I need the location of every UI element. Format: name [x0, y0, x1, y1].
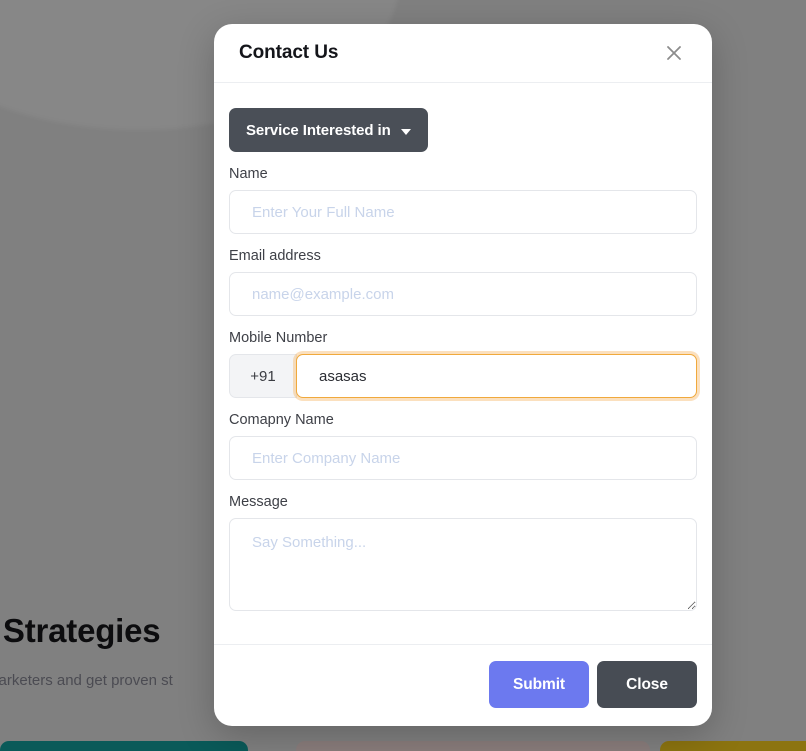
page-backdrop: ng Strategies ther marketers and get pro…	[0, 0, 806, 751]
background-card-mauve	[296, 741, 650, 751]
background-card-olive	[660, 741, 806, 751]
message-textarea[interactable]	[229, 518, 697, 611]
modal-body: Service Interested in Name Email address…	[214, 83, 712, 644]
email-input[interactable]	[229, 272, 697, 316]
modal-header: Contact Us	[214, 24, 712, 83]
modal-footer: Submit Close	[214, 644, 712, 726]
background-hero-subtext: ther marketers and get proven st	[0, 672, 173, 689]
submit-button[interactable]: Submit	[489, 661, 589, 708]
mobile-number-input[interactable]	[296, 354, 697, 398]
close-icon-button[interactable]	[661, 40, 687, 66]
service-interested-dropdown[interactable]: Service Interested in	[229, 108, 428, 152]
service-dropdown-label: Service Interested in	[246, 121, 391, 139]
background-card-teal	[0, 741, 248, 751]
company-name-label: Comapny Name	[229, 412, 334, 428]
chevron-down-icon	[400, 128, 411, 135]
close-button[interactable]: Close	[597, 661, 697, 708]
close-icon	[664, 43, 684, 63]
company-name-input[interactable]	[229, 436, 697, 480]
contact-us-modal: Contact Us Service Interested in Name Em…	[214, 24, 712, 726]
country-code-prefix: +91	[229, 354, 297, 398]
modal-title: Contact Us	[239, 42, 339, 63]
mobile-number-label: Mobile Number	[229, 330, 328, 346]
mobile-number-row: +91	[229, 354, 697, 398]
email-label: Email address	[229, 248, 321, 264]
mobile-input-wrapper	[296, 354, 697, 398]
message-label: Message	[229, 494, 288, 510]
name-label: Name	[229, 166, 268, 182]
background-hero-heading: ng Strategies	[0, 612, 161, 649]
name-input[interactable]	[229, 190, 697, 234]
